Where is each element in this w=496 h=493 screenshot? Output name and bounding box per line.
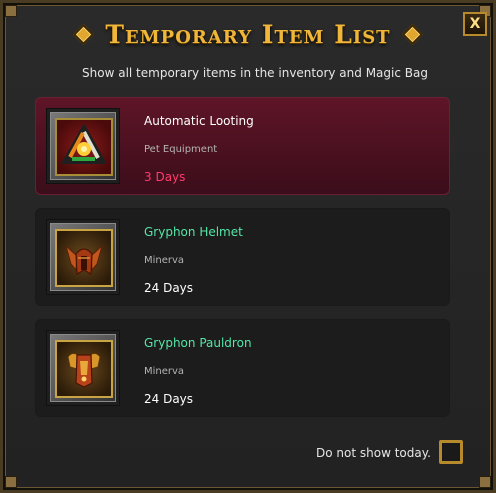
- item-row-gryphon-pauldron[interactable]: Gryphon Pauldron Minerva 24 Days: [35, 319, 450, 417]
- item-name: Gryphon Helmet: [144, 225, 243, 239]
- item-category: Pet Equipment: [144, 144, 218, 155]
- dont-show-today-label: Do not show today.: [316, 446, 431, 460]
- item-row-gryphon-helmet[interactable]: Gryphon Helmet Minerva 24 Days: [35, 208, 450, 306]
- item-name: Gryphon Pauldron: [144, 336, 252, 350]
- item-slot-frame: [46, 108, 120, 184]
- title-bar: Temporary Item List: [0, 14, 496, 54]
- diamond-ornament-right-icon: [401, 23, 423, 45]
- item-category: Minerva: [144, 255, 185, 266]
- gryphon-helmet-icon: [55, 229, 113, 287]
- item-name: Automatic Looting: [144, 114, 254, 128]
- item-slot-frame: [46, 330, 120, 406]
- window-title: Temporary Item List: [105, 19, 391, 49]
- automatic-looting-icon: [55, 118, 113, 176]
- frame-corner-bottom-left: [5, 476, 17, 488]
- diamond-ornament-left-icon: [73, 23, 95, 45]
- frame-corner-bottom-right: [479, 476, 491, 488]
- gryphon-pauldron-icon: [55, 340, 113, 398]
- item-duration: 3 Days: [144, 170, 186, 184]
- item-slot-frame: [46, 219, 120, 295]
- dont-show-today-checkbox[interactable]: [439, 440, 463, 464]
- item-row-automatic-looting[interactable]: Automatic Looting Pet Equipment 3 Days: [35, 97, 450, 195]
- item-category: Minerva: [144, 366, 185, 377]
- item-duration: 24 Days: [144, 392, 194, 406]
- window-subtitle: Show all temporary items in the inventor…: [82, 66, 428, 80]
- item-duration: 24 Days: [144, 281, 194, 295]
- close-button[interactable]: X: [463, 12, 487, 36]
